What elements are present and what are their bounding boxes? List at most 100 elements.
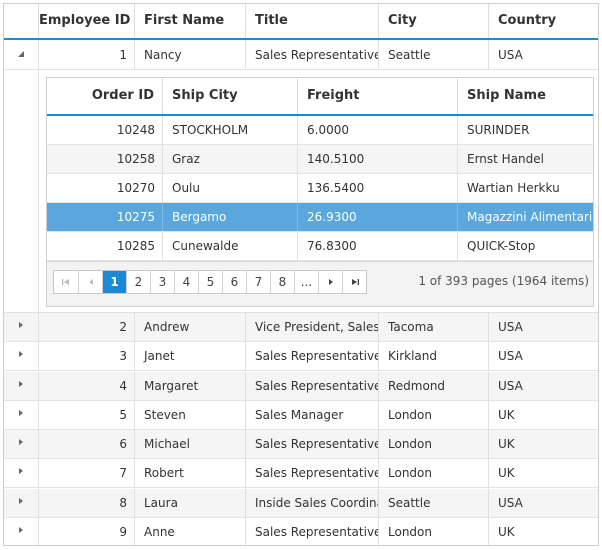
column-header-employee-id[interactable]: Employee ID — [38, 4, 134, 38]
next-page-icon[interactable] — [318, 271, 342, 293]
cell-employee-id: 4 — [38, 371, 134, 400]
column-header-ship-name[interactable]: Ship Name — [457, 78, 593, 114]
page-button-3[interactable]: 3 — [150, 271, 174, 293]
cell-country: USA — [488, 313, 598, 341]
column-header-order-id[interactable]: Order ID — [47, 78, 162, 114]
cell-first-name: Steven — [134, 400, 245, 429]
cell-ship-name: SURINDER — [457, 116, 593, 144]
table-row-expanded[interactable]: 1 Nancy Sales Representative Seattle USA — [4, 40, 598, 70]
expand-icon[interactable] — [4, 459, 38, 487]
cell-country: USA — [488, 342, 598, 371]
column-header-city[interactable]: City — [378, 4, 488, 38]
cell-city: Seattle — [378, 40, 488, 70]
expand-icon[interactable] — [4, 313, 38, 341]
cell-first-name: Andrew — [134, 313, 245, 341]
cell-city: London — [378, 517, 488, 545]
cell-freight: 140.5100 — [297, 145, 457, 173]
table-row[interactable]: 4 Margaret Sales Representative Redmond USA — [4, 371, 598, 401]
table-row[interactable]: 7 Robert Sales Representative London UK — [4, 459, 598, 489]
cell-city: London — [378, 459, 488, 488]
cell-ship-city: Oulu — [162, 174, 297, 202]
table-row[interactable]: 6 Michael Sales Representative London UK — [4, 430, 598, 459]
cell-ship-name: Wartian Herkku — [457, 174, 593, 202]
expand-icon[interactable] — [4, 372, 38, 400]
cell-freight: 26.9300 — [297, 203, 457, 231]
cell-ship-city: Cunewalde — [162, 232, 297, 260]
detail-table-row[interactable]: 10248 STOCKHOLM 6.0000 SURINDER — [47, 116, 593, 145]
column-header-freight[interactable]: Freight — [297, 78, 457, 114]
page-button-more[interactable]: ... — [294, 271, 318, 293]
page-button-5[interactable]: 5 — [198, 271, 222, 293]
cell-title: Sales Representative — [245, 371, 378, 400]
cell-country: UK — [488, 430, 598, 458]
cell-employee-id: 7 — [38, 459, 134, 488]
expand-icon[interactable] — [4, 489, 38, 517]
cell-freight: 136.5400 — [297, 174, 457, 202]
cell-first-name: Michael — [134, 430, 245, 458]
cell-title: Sales Representative — [245, 342, 378, 371]
table-row[interactable]: 9 Anne Sales Representative London UK — [4, 517, 598, 545]
last-page-icon[interactable] — [342, 271, 366, 293]
cell-country: UK — [488, 517, 598, 545]
expand-icon[interactable] — [4, 342, 38, 370]
column-header-country[interactable]: Country — [488, 4, 598, 38]
page-button-2[interactable]: 2 — [126, 271, 150, 293]
pager-info: 1 of 393 pages (1964 items) — [418, 274, 589, 288]
page-button-4[interactable]: 4 — [174, 271, 198, 293]
cell-employee-id: 8 — [38, 488, 134, 517]
detail-grid-header: Order ID Ship City Freight Ship Name — [47, 78, 593, 116]
table-row[interactable]: 2 Andrew Vice President, Sales Tacoma USA — [4, 313, 598, 342]
table-row[interactable]: 5 Steven Sales Manager London UK — [4, 400, 598, 430]
cell-employee-id: 9 — [38, 517, 134, 545]
cell-order-id: 10270 — [116, 181, 155, 195]
cell-first-name: Robert — [134, 459, 245, 488]
page-button-8[interactable]: 8 — [270, 271, 294, 293]
cell-country: UK — [488, 459, 598, 488]
cell-city: London — [378, 400, 488, 429]
cell-first-name: Nancy — [134, 40, 245, 70]
cell-title: Inside Sales Coordinator — [245, 488, 378, 517]
cell-city: Seattle — [378, 488, 488, 517]
column-header-title[interactable]: Title — [245, 4, 378, 38]
cell-order-id: 10285 — [116, 239, 155, 253]
cell-employee-id: 6 — [38, 430, 134, 458]
expand-icon[interactable] — [4, 518, 38, 545]
collapse-icon[interactable] — [4, 40, 38, 70]
cell-order-id: 10248 — [116, 123, 155, 137]
detail-table-row[interactable]: 10285 Cunewalde 76.8300 QUICK-Stop — [47, 232, 593, 261]
column-header-first-name[interactable]: First Name — [134, 4, 245, 38]
cell-country: USA — [488, 488, 598, 517]
page-button-7[interactable]: 7 — [246, 271, 270, 293]
page-button-6[interactable]: 6 — [222, 271, 246, 293]
cell-city: Tacoma — [378, 313, 488, 341]
cell-title: Sales Representative — [245, 517, 378, 545]
detail-indent-divider — [38, 70, 39, 313]
cell-employee-id: 5 — [38, 400, 134, 429]
expand-column-header — [4, 4, 38, 38]
first-page-icon[interactable] — [54, 271, 78, 293]
expand-icon[interactable] — [4, 401, 38, 429]
cell-ship-name: Ernst Handel — [457, 145, 593, 173]
cell-title: Sales Manager — [245, 400, 378, 429]
prev-page-icon[interactable] — [78, 271, 102, 293]
page-button-1[interactable]: 1 — [102, 271, 126, 293]
detail-table-row[interactable]: 10275 Bergamo 26.9300 Magazzini Alimentari … — [47, 203, 593, 232]
cell-employee-id: 1 — [38, 40, 134, 70]
cell-freight: 6.0000 — [297, 116, 457, 144]
cell-title: Sales Representative — [245, 40, 378, 70]
column-header-ship-city[interactable]: Ship City — [162, 78, 297, 114]
detail-row: Order ID Ship City Freight Ship Name 102… — [4, 70, 598, 313]
cell-ship-city: STOCKHOLM — [162, 116, 297, 144]
cell-first-name: Laura — [134, 488, 245, 517]
expand-icon[interactable] — [4, 430, 38, 458]
detail-table-row[interactable]: 10258 Graz 140.5100 Ernst Handel — [47, 145, 593, 174]
cell-first-name: Janet — [134, 342, 245, 371]
cell-ship-city: Bergamo — [162, 203, 297, 231]
cell-order-id: 10258 — [116, 152, 155, 166]
detail-table-row[interactable]: 10270 Oulu 136.5400 Wartian Herkku — [47, 174, 593, 203]
cell-ship-city: Graz — [162, 145, 297, 173]
cell-city: London — [378, 430, 488, 458]
table-row[interactable]: 8LauraInside Sales CoordinatorSeattleUSA — [4, 488, 598, 518]
cell-freight: 76.8300 — [297, 232, 457, 260]
table-row[interactable]: 3 Janet Sales Representative Kirkland USA — [4, 342, 598, 372]
